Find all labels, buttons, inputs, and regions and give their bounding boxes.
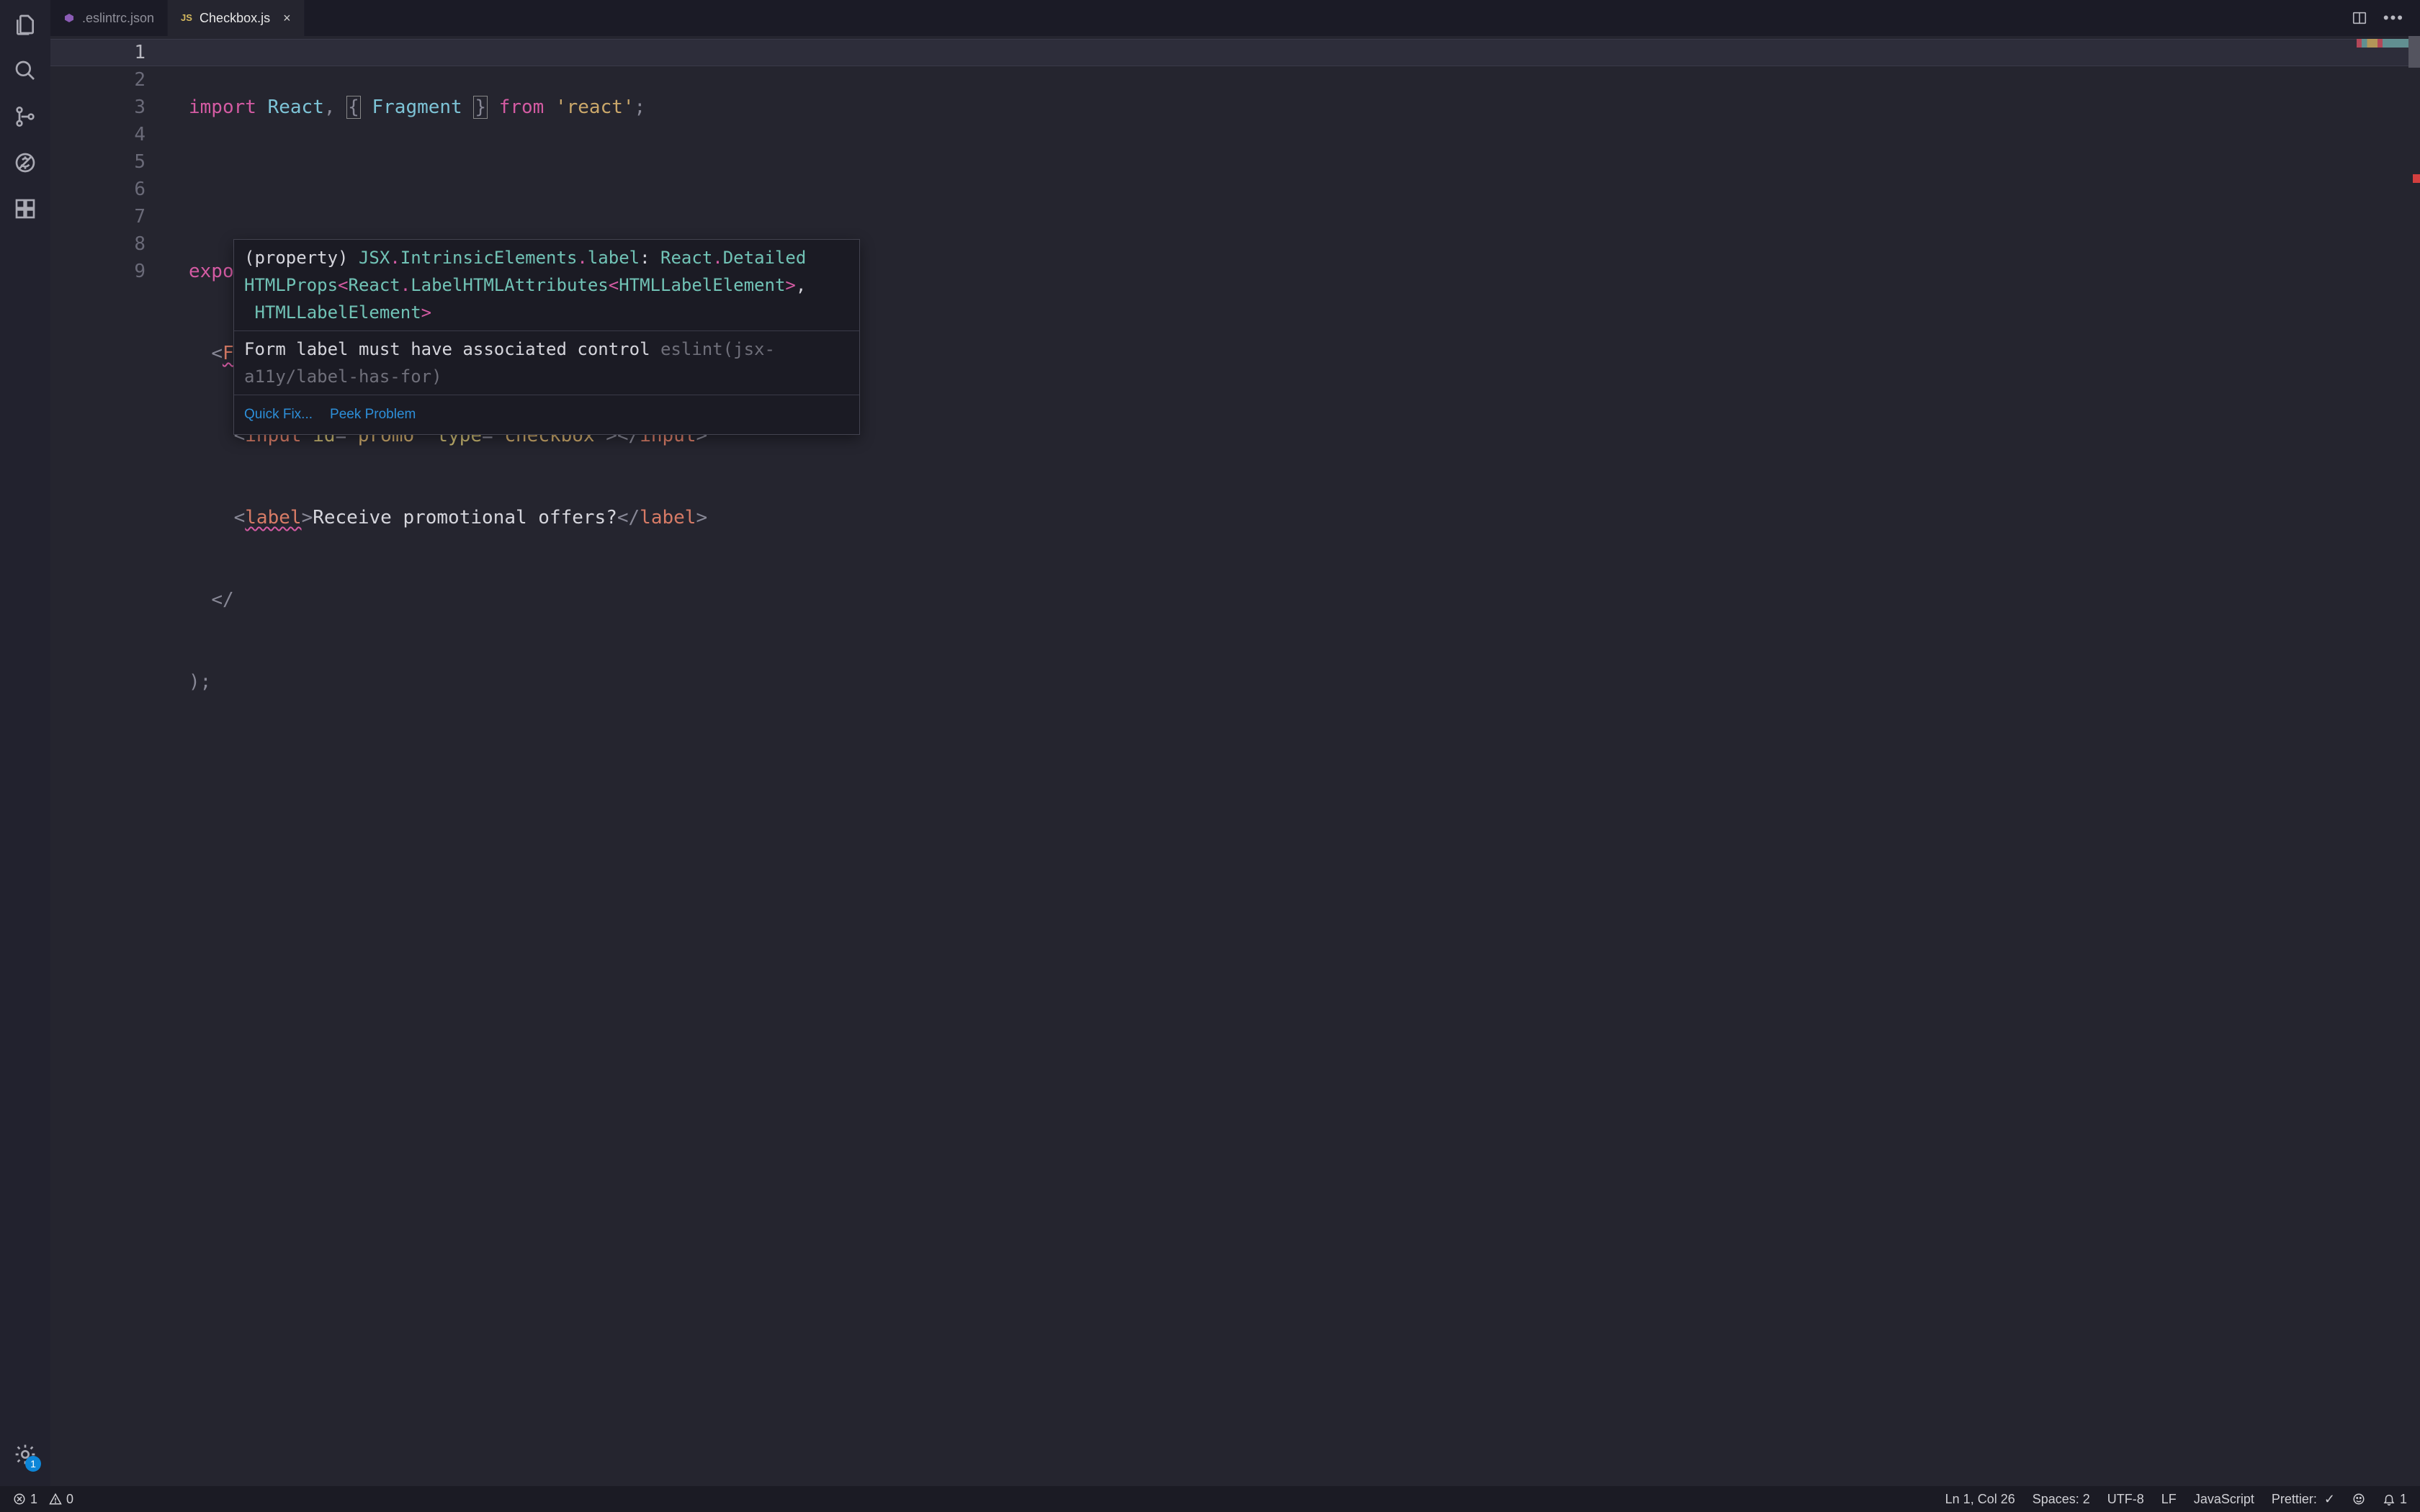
status-language[interactable]: JavaScript [2194, 1492, 2254, 1507]
code-line: import React, { Fragment } from 'react'; [189, 94, 2362, 121]
status-eol[interactable]: LF [2161, 1492, 2177, 1507]
hover-diagnostic: Form label must have associated control … [234, 331, 859, 395]
hover-tooltip: (property) JSX.IntrinsicElements.label: … [233, 239, 860, 435]
app-root: 1 .eslintrc.json JS Checkbox.js × ••• 1 … [0, 0, 2420, 1512]
hover-actions: Quick Fix... Peek Problem [234, 395, 859, 434]
status-encoding[interactable]: UTF-8 [2107, 1492, 2144, 1507]
source-control-icon[interactable] [14, 105, 37, 128]
code-line [189, 750, 2362, 778]
code-line: </ [189, 586, 2362, 613]
smiley-icon [2352, 1493, 2365, 1506]
minimap[interactable] [2357, 39, 2408, 48]
code-line: ); [189, 668, 2362, 696]
eslint-file-icon [63, 12, 75, 24]
tab-label: .eslintrc.json [82, 11, 154, 26]
quick-fix-link[interactable]: Quick Fix... [244, 401, 313, 428]
code-line: <label>Receive promotional offers?</labe… [189, 504, 2362, 531]
scrollbar-thumb[interactable] [2408, 36, 2420, 68]
explorer-icon[interactable] [14, 13, 37, 36]
js-file-icon: JS [181, 12, 192, 24]
status-bar: 1 0 Ln 1, Col 26 Spaces: 2 UTF-8 LF Java… [0, 1486, 2420, 1512]
error-icon [13, 1493, 26, 1506]
status-errors[interactable]: 1 [13, 1492, 37, 1507]
tab-eslintrc[interactable]: .eslintrc.json [50, 0, 168, 36]
line-gutter: 1 2 3 4 5 6 7 8 9 [50, 39, 169, 285]
warning-icon [49, 1493, 62, 1506]
code-content: import React, { Fragment } from 'react';… [189, 39, 2362, 832]
hover-signature: (property) JSX.IntrinsicElements.label: … [234, 240, 859, 331]
scrollbar[interactable] [2408, 36, 2420, 1486]
search-icon[interactable] [14, 59, 37, 82]
debug-disabled-icon[interactable] [14, 151, 37, 174]
status-indent[interactable]: Spaces: 2 [2033, 1492, 2090, 1507]
settings-badge: 1 [25, 1456, 41, 1472]
status-feedback[interactable] [2352, 1493, 2365, 1506]
tab-checkbox-active[interactable]: JS Checkbox.js × [168, 0, 305, 36]
tab-label: Checkbox.js [200, 11, 270, 26]
editor-tabs: .eslintrc.json JS Checkbox.js × ••• [50, 0, 2420, 36]
peek-problem-link[interactable]: Peek Problem [330, 401, 416, 428]
close-tab-icon[interactable]: × [283, 11, 291, 26]
status-cursor-position[interactable]: Ln 1, Col 26 [1945, 1492, 2015, 1507]
editor-actions: ••• [2352, 0, 2420, 36]
extensions-icon[interactable] [14, 197, 37, 220]
status-prettier[interactable]: Prettier: [2272, 1492, 2335, 1507]
error-marker[interactable] [2413, 174, 2420, 183]
code-editor[interactable]: 1 2 3 4 5 6 7 8 9 import React, { Fragme… [50, 36, 2420, 1486]
bell-icon [2383, 1493, 2396, 1506]
settings-button[interactable]: 1 [14, 1443, 37, 1469]
code-line [189, 176, 2362, 203]
activity-bar: 1 [0, 0, 50, 1486]
status-warnings[interactable]: 0 [49, 1492, 73, 1507]
more-actions-icon[interactable]: ••• [2383, 9, 2404, 27]
status-notifications[interactable]: 1 [2383, 1492, 2407, 1507]
split-editor-icon[interactable] [2352, 10, 2367, 26]
